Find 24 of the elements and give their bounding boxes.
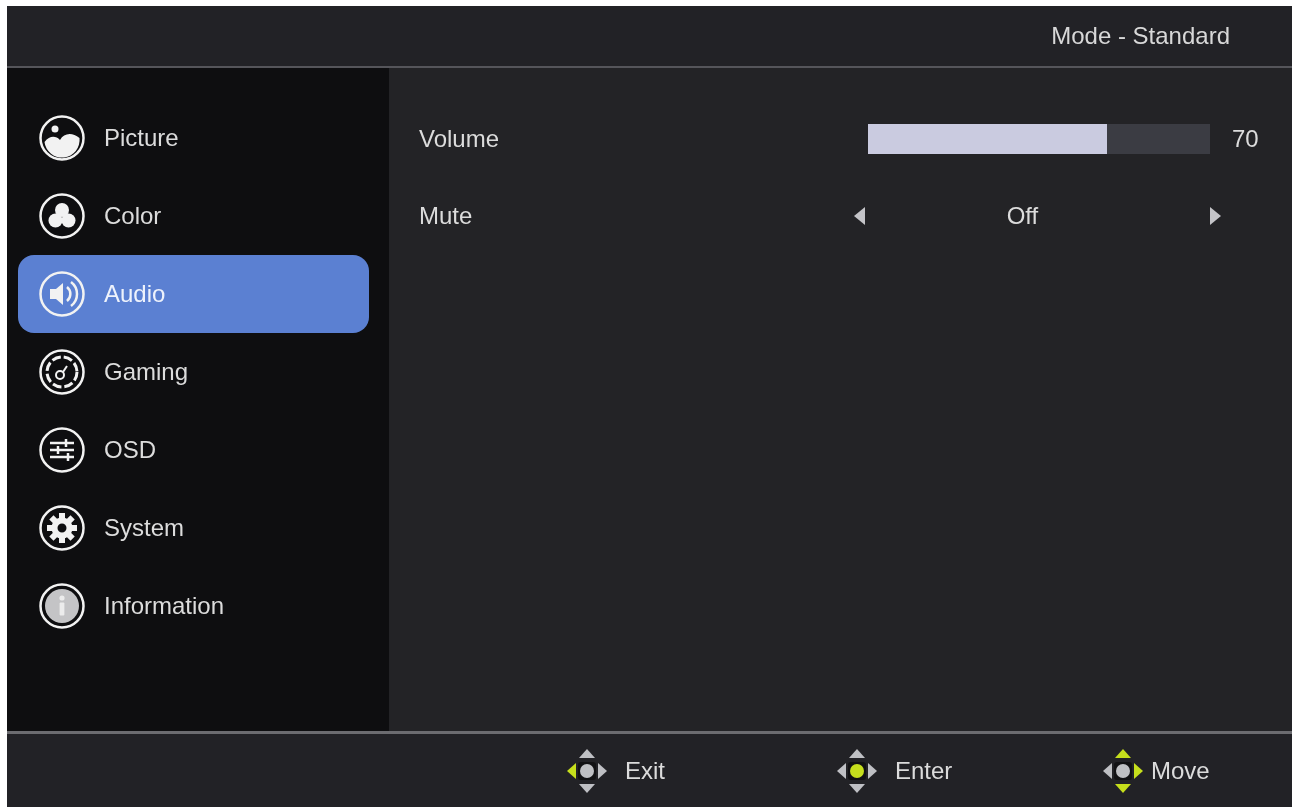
left-triangle-icon[interactable]: [854, 206, 865, 225]
speaker-icon: [39, 271, 85, 317]
landscape-icon: [39, 115, 85, 161]
sidebar-item[interactable]: Gaming: [18, 333, 369, 411]
sidebar-item[interactable]: OSD: [18, 411, 369, 489]
setting-label: Volume: [419, 124, 500, 153]
circles-icon: [39, 193, 85, 239]
gauge-icon: [39, 349, 85, 395]
selector-value: Off: [1006, 201, 1039, 230]
setting-label: Mute: [419, 201, 473, 230]
hint-label: Move: [1151, 756, 1210, 785]
sliders-icon: [39, 427, 85, 473]
sidebar-item[interactable]: Information: [18, 567, 369, 645]
sidebar-item[interactable]: Color: [18, 177, 369, 255]
slider-value: 70: [1232, 124, 1259, 153]
sidebar-item[interactable]: System: [18, 489, 369, 567]
mode-label: Mode - Standard: [1051, 22, 1230, 50]
hint-label: Exit: [625, 756, 665, 785]
hint-label: Enter: [895, 756, 953, 785]
sidebar-item[interactable]: Picture: [18, 99, 369, 177]
gear-icon: [39, 505, 85, 551]
slider-track[interactable]: [868, 123, 1210, 154]
right-triangle-icon[interactable]: [1210, 206, 1221, 225]
info-icon: [39, 583, 85, 629]
